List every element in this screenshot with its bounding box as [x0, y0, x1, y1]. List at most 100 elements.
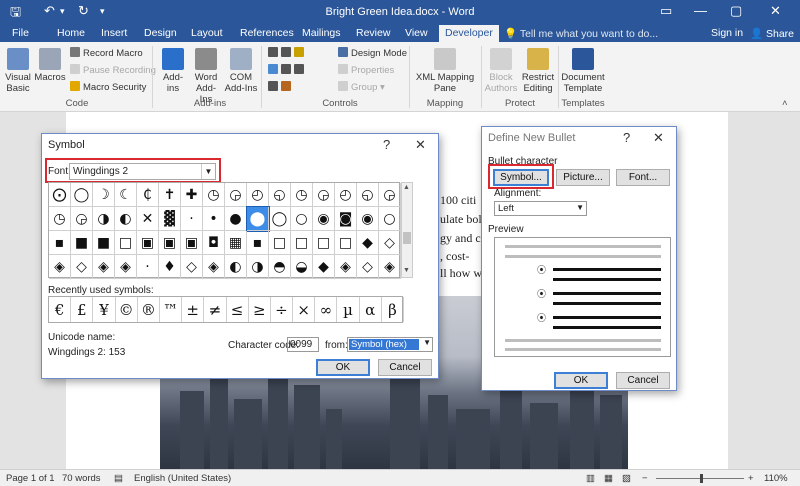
- recent-symbol-cell[interactable]: β: [382, 297, 404, 322]
- ok-button[interactable]: OK: [316, 359, 370, 376]
- print-layout-icon[interactable]: ▦: [604, 473, 613, 484]
- symbol-cell[interactable]: ◴: [247, 183, 269, 207]
- symbol-cell[interactable]: ◉: [357, 207, 379, 231]
- symbol-cell[interactable]: ◐: [115, 207, 137, 231]
- record-macro-button[interactable]: Record Macro: [70, 47, 143, 59]
- symbol-cell[interactable]: ▣: [137, 231, 159, 255]
- properties-button[interactable]: Properties: [338, 64, 394, 76]
- symbol-cell[interactable]: ●: [225, 207, 247, 231]
- restrict-editing-button[interactable]: Restrict Editing: [520, 48, 556, 94]
- help-icon[interactable]: ?: [623, 130, 630, 145]
- symbol-cell[interactable]: ◈: [115, 255, 137, 279]
- scroll-up-icon[interactable]: ▲: [403, 184, 410, 191]
- recent-symbol-cell[interactable]: ®: [138, 297, 160, 322]
- close-window-icon[interactable]: ✕: [770, 3, 781, 19]
- tab-mailings[interactable]: Mailings: [302, 27, 341, 39]
- symbol-cell[interactable]: ◙: [335, 207, 357, 231]
- symbol-cell[interactable]: ○: [291, 207, 313, 231]
- proofing-icon[interactable]: ▤: [114, 473, 123, 484]
- recent-symbol-cell[interactable]: ™: [160, 297, 183, 322]
- recent-symbol-cell[interactable]: α: [360, 297, 382, 322]
- help-icon[interactable]: ?: [383, 137, 390, 152]
- symbol-cell[interactable]: ✚: [181, 183, 203, 207]
- content-controls[interactable]: [268, 47, 307, 59]
- symbol-cell[interactable]: ◯: [71, 183, 93, 207]
- com-add-ins-button[interactable]: COM Add-Ins: [224, 48, 258, 94]
- symbol-cell[interactable]: ◘: [203, 231, 225, 255]
- symbol-grid-scrollbar[interactable]: ▲ ▼: [401, 182, 413, 278]
- close-icon[interactable]: ✕: [415, 137, 426, 153]
- pause-recording-button[interactable]: Pause Recording: [70, 64, 156, 76]
- collapse-ribbon-icon[interactable]: ˄: [782, 98, 788, 109]
- xml-mapping-pane-button[interactable]: XML Mapping Pane: [414, 48, 476, 94]
- minimize-icon[interactable]: —: [694, 3, 707, 18]
- symbol-cell[interactable]: ◯: [269, 207, 291, 231]
- page-count[interactable]: Page 1 of 1: [6, 473, 55, 484]
- cancel-button[interactable]: Cancel: [616, 372, 670, 389]
- zoom-out-icon[interactable]: −: [642, 473, 648, 484]
- tab-review[interactable]: Review: [356, 27, 390, 39]
- tab-view[interactable]: View: [405, 27, 428, 39]
- ok-button[interactable]: OK: [554, 372, 608, 389]
- macro-security-button[interactable]: Macro Security: [70, 81, 146, 93]
- macros-button[interactable]: Macros: [34, 48, 66, 83]
- symbol-cell[interactable]: ▦: [225, 231, 247, 255]
- add-ins-button[interactable]: Add-ins: [158, 48, 188, 94]
- symbol-cell[interactable]: ◑: [93, 207, 115, 231]
- recent-symbol-cell[interactable]: ¥: [93, 297, 116, 322]
- symbol-cell[interactable]: ▓: [159, 207, 181, 231]
- symbol-cell[interactable]: ◓: [269, 255, 291, 279]
- symbol-cell[interactable]: ◵: [269, 183, 291, 207]
- tab-file[interactable]: File: [12, 27, 29, 39]
- language[interactable]: English (United States): [134, 473, 231, 484]
- recent-symbol-cell[interactable]: ≤: [227, 297, 249, 322]
- from-select[interactable]: Symbol (hex) ▼: [347, 337, 433, 352]
- symbol-cell[interactable]: ▣: [181, 231, 203, 255]
- symbol-cell[interactable]: ◒: [291, 255, 313, 279]
- picture-button[interactable]: Picture...: [556, 169, 610, 186]
- symbol-cell[interactable]: ◴: [335, 183, 357, 207]
- symbol-cell[interactable]: □: [115, 231, 137, 255]
- block-authors-button[interactable]: Block Authors: [484, 48, 518, 94]
- symbol-cell[interactable]: ▪: [49, 231, 71, 255]
- symbol-cell[interactable]: ☾: [115, 183, 137, 207]
- symbol-cell[interactable]: □: [335, 231, 357, 255]
- symbol-cell[interactable]: ◈: [203, 255, 225, 279]
- document-template-button[interactable]: Document Template: [560, 48, 606, 94]
- symbol-cell[interactable]: •: [203, 207, 225, 231]
- symbol-cell[interactable]: ◶: [379, 183, 401, 207]
- symbol-cell[interactable]: ⬤: [246, 206, 270, 232]
- word-count[interactable]: 70 words: [62, 473, 101, 484]
- symbol-cell[interactable]: ☽: [93, 183, 115, 207]
- recent-symbol-cell[interactable]: ±: [182, 297, 205, 322]
- symbol-cell[interactable]: ·: [137, 255, 159, 279]
- visual-basic-button[interactable]: Visual Basic: [4, 48, 32, 94]
- symbol-cell[interactable]: ◈: [335, 255, 357, 279]
- recent-symbols-row[interactable]: € £ ¥ © ® ™ ± ≠ ≤ ≥ ÷ × ∞ µ α β: [48, 296, 404, 323]
- recent-symbol-cell[interactable]: µ: [337, 297, 360, 322]
- symbol-cell[interactable]: ◵: [357, 183, 379, 207]
- recent-symbol-cell[interactable]: €: [49, 297, 72, 322]
- symbol-cell[interactable]: ■: [93, 231, 115, 255]
- symbol-cell[interactable]: ◷: [49, 207, 71, 231]
- tab-layout[interactable]: Layout: [191, 27, 223, 39]
- symbol-cell[interactable]: □: [269, 231, 291, 255]
- symbol-cell[interactable]: ◐: [225, 255, 247, 279]
- character-code-input[interactable]: 0099: [287, 337, 319, 352]
- recent-symbol-cell[interactable]: ©: [116, 297, 138, 322]
- symbol-cell[interactable]: ◆: [313, 255, 335, 279]
- font-button[interactable]: Font...: [616, 169, 670, 186]
- symbol-cell[interactable]: ▣: [159, 231, 181, 255]
- recent-symbol-cell[interactable]: ≥: [249, 297, 271, 322]
- tab-insert[interactable]: Insert: [101, 27, 127, 39]
- symbol-cell[interactable]: ◶: [313, 183, 335, 207]
- symbol-cell[interactable]: ₵: [137, 183, 159, 207]
- symbol-cell[interactable]: ◈: [93, 255, 115, 279]
- zoom-in-icon[interactable]: +: [748, 473, 754, 484]
- close-icon[interactable]: ✕: [653, 130, 664, 146]
- symbol-cell[interactable]: ✕: [137, 207, 159, 231]
- symbol-cell[interactable]: ◇: [379, 231, 401, 255]
- symbol-cell[interactable]: ◉: [313, 207, 335, 231]
- symbol-cell[interactable]: □: [291, 231, 313, 255]
- recent-symbol-cell[interactable]: ≠: [204, 297, 227, 322]
